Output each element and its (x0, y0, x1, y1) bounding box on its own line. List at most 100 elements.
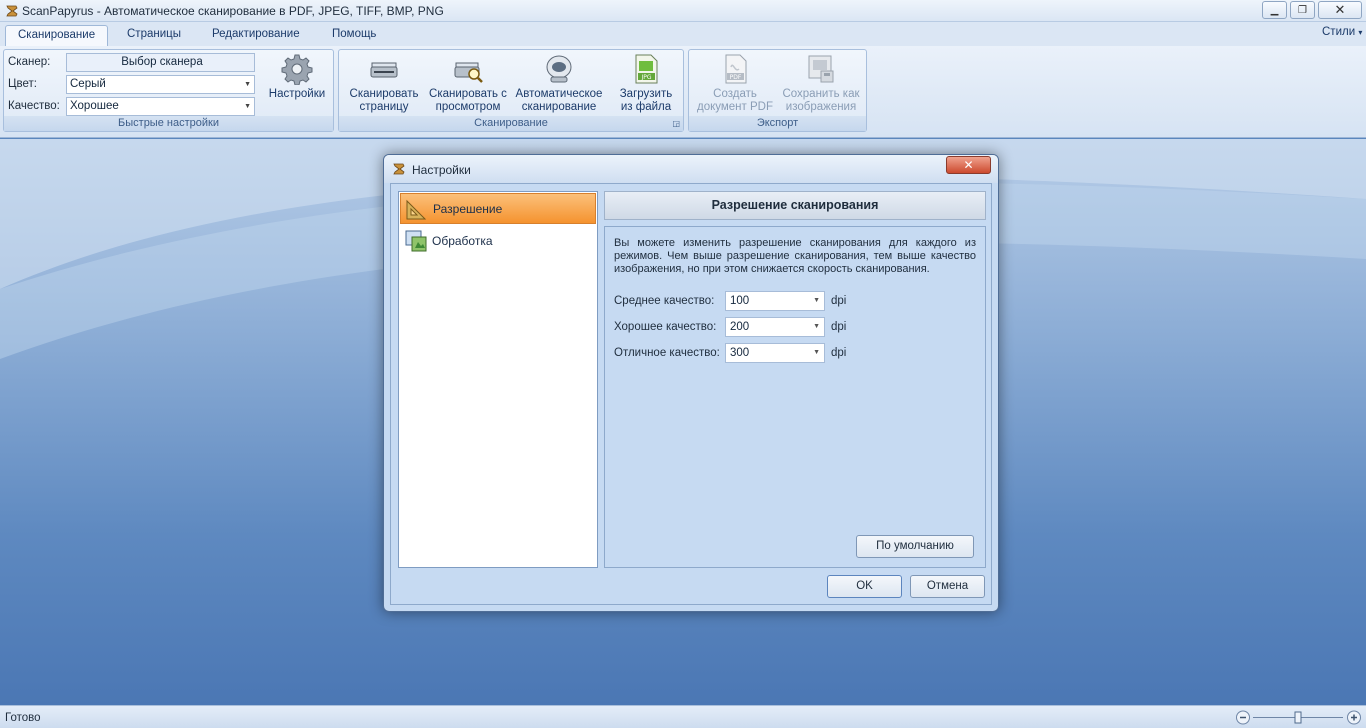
scan-with-preview-button[interactable]: Сканировать с просмотром (426, 53, 510, 117)
color-value: Серый (70, 78, 106, 90)
ruler-triangle-icon (406, 199, 427, 219)
tab-help[interactable]: Помощь (320, 25, 388, 46)
status-text: Готово (5, 712, 41, 724)
chevron-down-icon: ▼ (813, 349, 820, 356)
panel-title: Разрешение сканирования (604, 191, 986, 220)
good-quality-select[interactable]: 200 ▼ (725, 317, 825, 337)
save-images-icon (808, 55, 834, 83)
excellent-quality-unit: dpi (831, 347, 847, 359)
scan-page-button[interactable]: Сканировать страницу (342, 53, 426, 117)
settings-button-label: Настройки (268, 88, 326, 100)
scanner-icon (370, 62, 398, 78)
minimize-button[interactable]: ▁ (1262, 1, 1287, 19)
resolution-panel: Вы можете изменить разрешение сканирован… (604, 226, 986, 568)
load-file-line1: Загрузить (619, 88, 673, 100)
excellent-quality-label: Отличное качество: (614, 347, 720, 359)
jpg-file-icon: JPG (635, 54, 658, 84)
create-pdf-line2: документ PDF (696, 101, 773, 113)
color-select[interactable]: Серый ▼ (66, 75, 255, 94)
nav-item-label: Обработка (432, 233, 493, 248)
scanner-value: Выбор сканера (121, 56, 203, 68)
group-label-scanning: Сканирование (339, 116, 683, 131)
settings-dialog: Настройки ✕ Разрешение Обработка Разреше… (383, 154, 999, 612)
zoom-slider[interactable] (1235, 709, 1363, 726)
maximize-button[interactable]: ❐ (1290, 1, 1315, 19)
save-images-line1: Сохранить как (782, 88, 860, 100)
auto-scan-button[interactable]: Автоматическое сканирование (511, 53, 607, 117)
group-scanning: Сканировать страницу Сканировать с просм… (338, 49, 684, 132)
status-bar: Готово (0, 705, 1366, 728)
dialog-close-button[interactable]: ✕ (946, 156, 991, 174)
scan-page-line1: Сканировать (349, 88, 419, 100)
app-scroll-icon (6, 5, 18, 17)
chevron-down-icon: ▼ (813, 323, 820, 330)
chevron-down-icon: ▼ (244, 103, 251, 110)
quality-select[interactable]: Хорошее ▼ (66, 97, 255, 116)
group-label-export: Экспорт (689, 116, 866, 131)
reset-defaults-button[interactable]: По умолчанию (856, 535, 974, 558)
tab-pages[interactable]: Страницы (115, 25, 193, 46)
styles-menu[interactable]: Стили ▾ (1322, 26, 1362, 38)
save-images-line2: изображения (785, 101, 857, 113)
panel-description: Вы можете изменить разрешение сканирован… (614, 237, 976, 275)
good-quality-value: 200 (730, 321, 750, 333)
close-window-button[interactable]: ✕ (1318, 1, 1362, 19)
ribbon: Сканер: Выбор сканера Цвет: Серый ▼ Качес… (0, 46, 1366, 138)
scanner-preview-icon (454, 62, 483, 83)
settings-nav-list: Разрешение Обработка (398, 191, 598, 568)
styles-menu-label: Стили (1322, 26, 1356, 38)
scanner-label: Сканер: (8, 56, 51, 68)
nav-item-label: Разрешение (433, 201, 503, 216)
settings-button[interactable]: Настройки (262, 53, 332, 117)
ok-button[interactable]: OK (827, 575, 902, 598)
medium-quality-unit: dpi (831, 295, 847, 307)
auto-scan-icon (546, 55, 572, 83)
good-quality-label: Хорошее качество: (614, 321, 717, 333)
chevron-down-icon: ▼ (244, 81, 251, 88)
chevron-down-icon: ▼ (813, 297, 820, 304)
auto-scan-line2: сканирование (521, 101, 597, 113)
load-file-line2: из файла (620, 101, 672, 113)
dialog-title-bar: Настройки ✕ (384, 155, 998, 183)
group-export: PDF Создать документ PDF Сохранить как и… (688, 49, 867, 132)
load-from-file-button[interactable]: JPG Загрузить из файла (609, 53, 683, 117)
window-title: ScanPapyrus - Автоматическое сканировани… (22, 4, 444, 18)
tab-editing[interactable]: Редактирование (200, 25, 312, 46)
excellent-quality-select[interactable]: 300 ▼ (725, 343, 825, 363)
create-pdf-button[interactable]: PDF Создать документ PDF (693, 53, 777, 117)
cancel-button[interactable]: Отмена (910, 575, 985, 598)
quality-label: Качество: (8, 100, 60, 112)
scan-preview-line1: Сканировать с (429, 88, 507, 100)
medium-quality-value: 100 (730, 295, 750, 307)
create-pdf-line1: Создать (713, 88, 757, 100)
scan-page-line2: страницу (359, 101, 409, 113)
scanner-select[interactable]: Выбор сканера (66, 53, 255, 72)
chevron-down-icon: ▾ (1358, 28, 1363, 37)
pdf-file-icon: PDF (725, 54, 747, 84)
save-as-images-button[interactable]: Сохранить как изображения (777, 53, 865, 117)
medium-quality-label: Среднее качество: (614, 295, 715, 307)
quality-value: Хорошее (70, 100, 119, 112)
good-quality-unit: dpi (831, 321, 847, 333)
medium-quality-select[interactable]: 100 ▼ (725, 291, 825, 311)
image-processing-icon (405, 230, 427, 251)
scan-preview-line2: просмотром (435, 101, 501, 113)
svg-text:PDF: PDF (730, 74, 742, 81)
auto-scan-line1: Автоматическое (515, 88, 603, 100)
dialog-body: Разрешение Обработка Разрешение сканиров… (390, 183, 992, 605)
dialog-title: Настройки (412, 163, 471, 177)
dialog-launcher-icon[interactable]: ◲ (672, 119, 680, 128)
title-bar: ScanPapyrus - Автоматическое сканировани… (0, 0, 1366, 22)
app-scroll-icon (393, 163, 405, 175)
nav-item-resolution[interactable]: Разрешение (400, 193, 596, 224)
gear-icon (281, 54, 313, 85)
ribbon-tab-bar: Сканирование Страницы Редактирование Пом… (0, 22, 1366, 46)
tab-scanning[interactable]: Сканирование (5, 25, 109, 46)
excellent-quality-value: 300 (730, 347, 750, 359)
svg-text:JPG: JPG (640, 74, 651, 81)
group-label-quick-settings: Быстрые настройки (4, 116, 333, 131)
close-icon: ✕ (963, 158, 974, 172)
group-quick-settings: Сканер: Выбор сканера Цвет: Серый ▼ Качес… (3, 49, 334, 132)
nav-item-processing[interactable]: Обработка (400, 225, 596, 256)
color-label: Цвет: (8, 78, 37, 90)
